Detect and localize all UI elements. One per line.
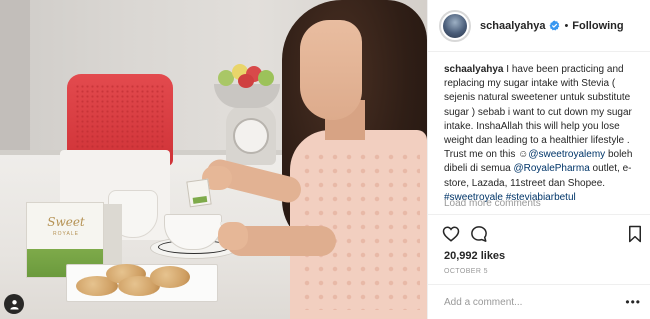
woman-face (300, 20, 362, 120)
bookmark-outline-icon[interactable] (627, 225, 643, 243)
scale-dial (233, 118, 269, 154)
avatar-image (443, 13, 467, 38)
wall-pillar (0, 0, 30, 175)
avatar[interactable] (439, 9, 471, 42)
speech-bubble-icon[interactable] (470, 225, 488, 243)
post-header: schaalyahya • Following (428, 0, 650, 52)
post-caption: schaalyahya I have been practicing and r… (444, 63, 646, 205)
caption-username[interactable]: schaalyahya (444, 64, 504, 75)
stevia-sachet (186, 178, 212, 208)
cookie (150, 266, 190, 288)
post-photo[interactable]: Sweet ROYALE (0, 0, 427, 319)
comment-bar: ••• (428, 284, 650, 319)
more-options-button[interactable]: ••• (625, 296, 641, 308)
tagged-users-button[interactable] (4, 294, 24, 314)
action-bar (428, 214, 650, 243)
post-date[interactable]: OCTOBER 5 (444, 268, 488, 275)
smile-emoji: ☺ (518, 149, 529, 161)
fruit (238, 74, 254, 88)
caption-text: I have been practicing and replacing my … (444, 64, 632, 161)
woman-hand (218, 222, 248, 250)
post-sidebar: schaalyahya • Following schaalyahya I ha… (427, 0, 650, 319)
box-brand-text: Sweet (47, 215, 85, 229)
heart-outline-icon[interactable] (442, 225, 460, 243)
woman-dress (290, 130, 427, 319)
load-more-comments[interactable]: Load more comments (444, 198, 541, 209)
fruit (258, 70, 274, 86)
header-separator: • (564, 19, 569, 32)
box-subbrand-text: ROYALE (53, 231, 79, 237)
mention-royalepharma[interactable]: @RoyalePharma (513, 163, 589, 174)
header-username[interactable]: schaalyahya (480, 20, 545, 32)
person-icon (9, 299, 19, 310)
likes-count[interactable]: 20,992 likes (444, 250, 505, 262)
comment-input[interactable] (444, 296, 624, 308)
following-button[interactable]: Following (572, 20, 623, 32)
mention-sweetroyalemy[interactable]: @sweetroyalemy (528, 149, 605, 160)
verified-badge-icon (549, 20, 560, 31)
